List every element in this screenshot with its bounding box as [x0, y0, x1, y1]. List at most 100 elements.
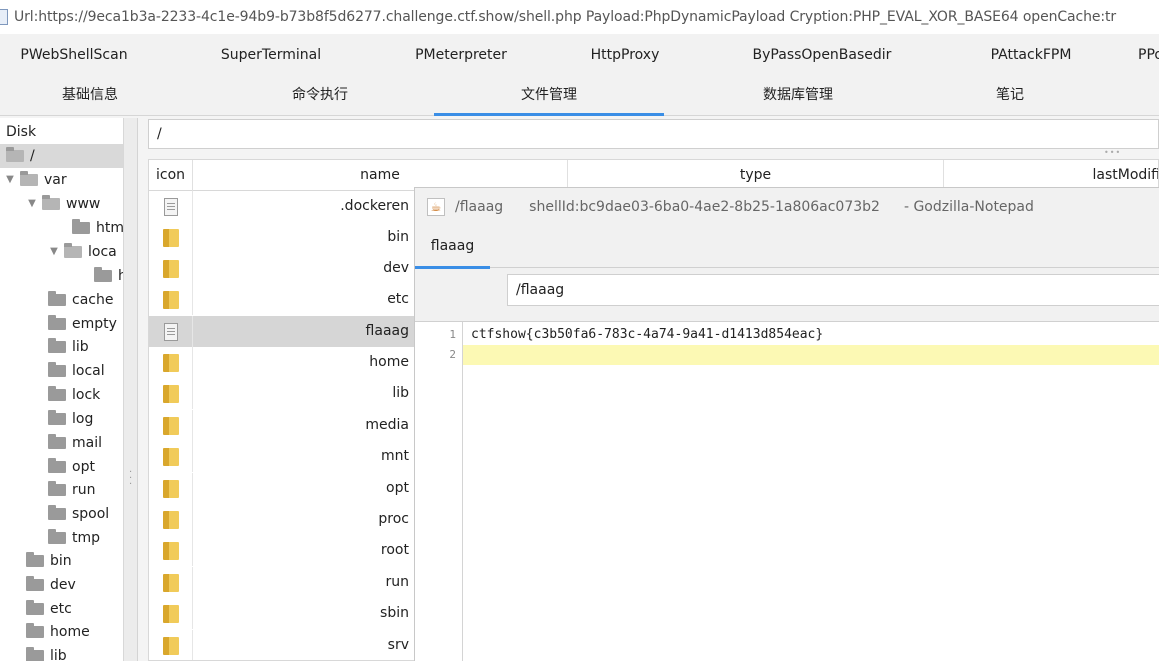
tree-item-spool[interactable]: spool	[48, 502, 109, 526]
tree-item-label: dev	[50, 577, 76, 593]
directory-tree: Disk / ▼ var ▼ www htm ▼ loca h cache em…	[0, 118, 124, 661]
tree-item-label: empty	[72, 316, 117, 332]
tree-item-bin[interactable]: bin	[26, 549, 72, 573]
folder-icon	[48, 315, 66, 330]
notepad-file-path: /flaaag	[455, 199, 504, 215]
tree-item-label: lib	[50, 648, 67, 661]
tab-notes[interactable]: 笔记	[930, 76, 1090, 116]
folder-icon	[162, 636, 179, 655]
tree-item-local[interactable]: local	[48, 359, 105, 383]
tree-item-label: local	[72, 363, 105, 379]
path-input[interactable]: /	[148, 119, 1159, 149]
tree-item-h[interactable]: h	[94, 264, 123, 288]
tree-item-dev[interactable]: dev	[26, 573, 76, 597]
file-name: root	[380, 542, 409, 558]
tree-item-label: home	[50, 624, 90, 640]
tree-root-disk[interactable]: Disk	[6, 120, 36, 144]
tree-item-loca[interactable]: ▼ loca	[48, 240, 117, 264]
tree-item-label: log	[72, 411, 94, 427]
notepad-path-input[interactable]: /flaaag	[507, 274, 1159, 306]
tab-superterminal[interactable]: SuperTerminal	[196, 34, 346, 76]
tree-item-label: var	[44, 172, 67, 188]
tab-command-exec[interactable]: 命令执行	[210, 76, 430, 116]
notepad-window: ☕ /flaaag shellId:bc9dae03-6ba0-4ae2-8b2…	[414, 187, 1159, 661]
tree-item-label: mail	[72, 435, 102, 451]
tree-item-home[interactable]: home	[26, 620, 90, 644]
tree-item-cache[interactable]: cache	[48, 288, 113, 312]
line-number: 2	[449, 348, 456, 361]
tree-item-root[interactable]: /	[0, 144, 123, 168]
folder-icon	[26, 576, 44, 591]
tree-item-var[interactable]: ▼ var	[4, 168, 67, 192]
tab-basic-info[interactable]: 基础信息	[0, 76, 180, 116]
code-editor[interactable]: 1 2 ctfshow{c3b50fa6-783c-4a74-9a41-d141…	[415, 321, 1159, 661]
tab-pwebshellscan[interactable]: PWebShellScan	[0, 34, 148, 76]
folder-icon	[162, 604, 179, 623]
tree-item-label: lib	[72, 339, 89, 355]
tree-item-tmp[interactable]: tmp	[48, 526, 100, 550]
tree-item-log[interactable]: log	[48, 407, 93, 431]
code-line[interactable]: ctfshow{c3b50fa6-783c-4a74-9a41-d1413d85…	[463, 325, 1159, 345]
tab-file-manager[interactable]: 文件管理	[434, 76, 664, 116]
tree-item-htm[interactable]: htm	[72, 216, 123, 240]
tree-item-www[interactable]: ▼ www	[26, 192, 100, 216]
tree-item-lib-root[interactable]: lib	[26, 644, 67, 661]
splitter-grip-icon: · · ·	[129, 467, 133, 490]
resize-grip-icon[interactable]: •••	[1104, 148, 1121, 157]
main-tab-bar: 基础信息 命令执行 文件管理 数据库管理 笔记	[0, 76, 1159, 116]
file-name: lib	[392, 385, 409, 401]
file-name: .dockeren	[340, 198, 409, 214]
folder-icon	[26, 647, 44, 661]
tree-item-opt[interactable]: opt	[48, 455, 95, 479]
chevron-down-icon[interactable]: ▼	[48, 240, 60, 264]
tree-item-etc[interactable]: etc	[26, 597, 72, 621]
folder-icon	[162, 353, 179, 372]
column-header-icon[interactable]: icon	[149, 160, 193, 191]
tree-item-run[interactable]: run	[48, 478, 96, 502]
tree-item-label: bin	[50, 553, 72, 569]
line-number: 1	[449, 328, 456, 341]
tree-item-lib[interactable]: lib	[48, 335, 89, 359]
folder-open-icon	[20, 171, 38, 186]
folder-icon	[162, 228, 179, 247]
tab-pmeterpreter[interactable]: PMeterpreter	[386, 34, 536, 76]
folder-icon	[26, 623, 44, 638]
tab-pattackfpm[interactable]: PAttackFPM	[966, 34, 1096, 76]
panel-splitter[interactable]: · · ·	[124, 118, 138, 661]
folder-icon	[162, 384, 179, 403]
tree-root-label: Disk	[6, 124, 37, 140]
tree-item-mail[interactable]: mail	[48, 431, 102, 455]
folder-icon	[48, 410, 66, 425]
tree-item-label: spool	[72, 506, 110, 522]
folder-icon	[48, 434, 66, 449]
chevron-down-icon[interactable]: ▼	[4, 168, 16, 192]
tab-ppo[interactable]: PPo	[1138, 34, 1159, 76]
file-name: dev	[383, 260, 409, 276]
file-name: mnt	[381, 448, 409, 464]
folder-icon	[162, 479, 179, 498]
tree-item-label: lock	[72, 387, 101, 403]
file-name: opt	[386, 480, 409, 496]
notepad-titlebar: ☕ /flaaag shellId:bc9dae03-6ba0-4ae2-8b2…	[415, 188, 1159, 226]
file-name: flaaag	[365, 323, 409, 339]
tab-flaaag[interactable]: flaaag	[415, 226, 490, 269]
tab-bypassopenbasedir[interactable]: ByPassOpenBasedir	[728, 34, 916, 76]
folder-icon	[162, 290, 179, 309]
folder-icon	[72, 219, 90, 234]
tab-httpproxy[interactable]: HttpProxy	[560, 34, 690, 76]
folder-icon	[94, 267, 112, 282]
file-name: home	[369, 354, 409, 370]
tree-item-empty[interactable]: empty	[48, 312, 117, 336]
folder-icon	[162, 447, 179, 466]
folder-icon	[162, 416, 179, 435]
code-line-current[interactable]	[463, 345, 1159, 365]
chevron-down-icon[interactable]: ▼	[26, 192, 38, 216]
folder-icon	[48, 362, 66, 377]
tree-item-lock[interactable]: lock	[48, 383, 100, 407]
folder-icon	[26, 600, 44, 615]
tab-database-manager[interactable]: 数据库管理	[690, 76, 906, 116]
folder-icon	[48, 291, 66, 306]
file-name: proc	[378, 511, 409, 527]
folder-icon	[48, 505, 66, 520]
folder-icon	[162, 259, 179, 278]
